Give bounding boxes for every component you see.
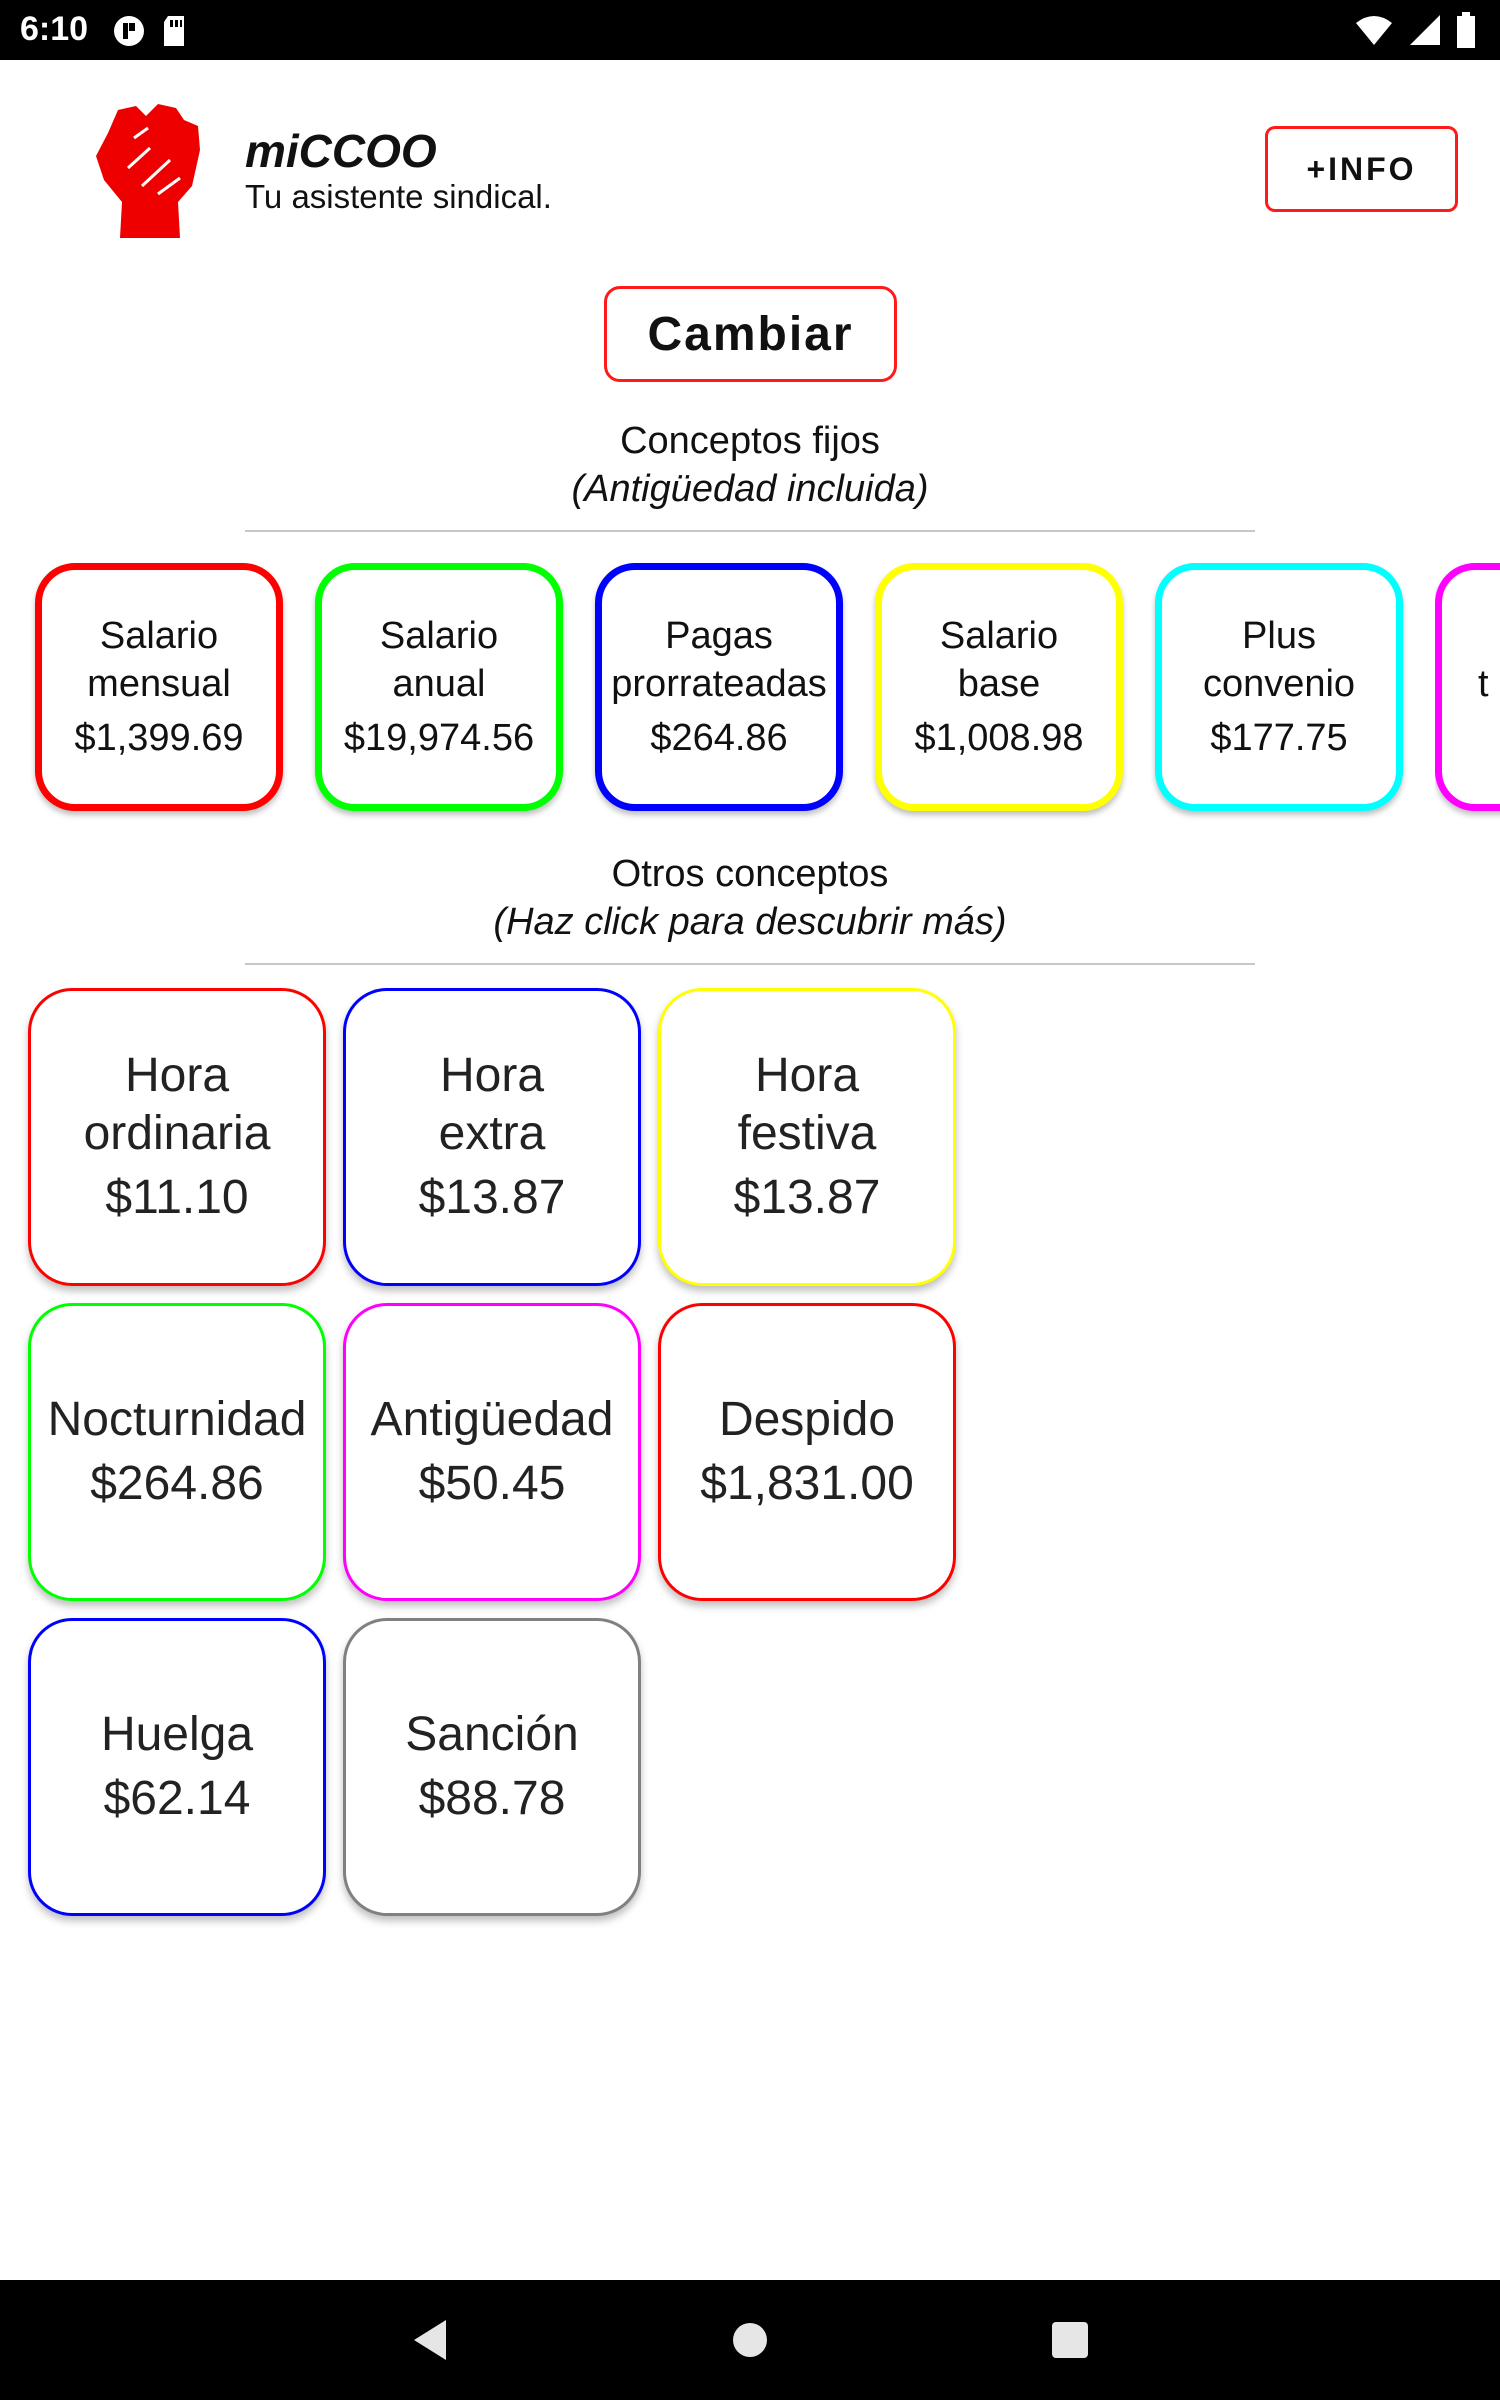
other-concepts-divider [245, 963, 1255, 965]
card-value: $50.45 [418, 1457, 566, 1510]
card-label-line1: Hora [124, 1049, 230, 1102]
card-label-line2: mensual [87, 663, 231, 705]
wifi-icon [1356, 16, 1392, 45]
fixed-card-agreement-bonus[interactable]: Plus convenio $177.75 [1155, 563, 1403, 811]
card-value: $13.87 [418, 1171, 566, 1224]
card-value: $264.86 [90, 1457, 264, 1510]
nav-home-button[interactable] [690, 2280, 810, 2400]
card-label-line1: Despido [718, 1393, 896, 1446]
concept-card-holiday-hour[interactable]: Hora festiva $13.87 [658, 988, 956, 1286]
sd-card-icon [164, 16, 184, 46]
card-label-line2: base [957, 663, 1041, 705]
concept-card-dismissal[interactable]: Despido $1,831.00 [658, 1303, 956, 1601]
card-value: $1,831.00 [700, 1457, 914, 1510]
status-right-icons [1354, 12, 1476, 48]
card-label-line2: festiva [737, 1107, 877, 1160]
raised-fist-logo-icon [96, 104, 200, 238]
card-label-line2: convenio [1202, 663, 1356, 705]
change-button[interactable]: Cambiar [604, 286, 897, 382]
card-value: $19,974.56 [343, 717, 535, 759]
signal-icon [1410, 15, 1440, 45]
card-label-line2: t [1478, 663, 1489, 705]
status-time: 6:10 [20, 10, 89, 48]
app-title: miCCOO [245, 125, 437, 177]
other-concepts-title: Otros conceptos [611, 853, 889, 895]
card-label-line1: Salario [939, 615, 1059, 657]
fixed-card-prorated-pay[interactable]: Pagas prorrateadas $264.86 [595, 563, 843, 811]
app-header: miCCOO Tu asistente sindical. +INFO [0, 60, 1500, 260]
more-info-button[interactable]: +INFO [1265, 126, 1458, 212]
card-value: $177.75 [1210, 717, 1348, 759]
battery-icon [1457, 12, 1475, 48]
app-subtitle: Tu asistente sindical. [245, 178, 552, 215]
fixed-card-monthly-salary[interactable]: Salario mensual $1,399.69 [35, 563, 283, 811]
card-label-line2: extra [438, 1107, 546, 1160]
card-label-line1: Plus [1242, 615, 1316, 657]
fixed-card-partial-clip: t [1435, 555, 1500, 820]
card-value: $11.10 [105, 1171, 249, 1224]
card-value: $13.87 [733, 1171, 881, 1224]
nav-back-button[interactable] [370, 2280, 490, 2400]
card-value: $1,399.69 [74, 717, 244, 759]
other-concepts-subtitle: (Haz click para descubrir más) [493, 901, 1007, 943]
card-label-line1: Pagas [665, 615, 773, 657]
card-label-line1: Huelga [100, 1708, 254, 1761]
fixed-card-base-salary[interactable]: Salario base $1,008.98 [875, 563, 1123, 811]
card-label-line1: Sanción [405, 1708, 579, 1761]
card-label-line2: ordinaria [83, 1107, 271, 1160]
card-value: $62.14 [103, 1772, 251, 1825]
card-value: $88.78 [418, 1772, 566, 1825]
concept-card-night-shift[interactable]: Nocturnidad $264.86 [28, 1303, 326, 1601]
card-label-line1: Hora [754, 1049, 860, 1102]
recents-icon [1052, 2322, 1088, 2358]
fixed-card-annual-salary[interactable]: Salario anual $19,974.56 [315, 563, 563, 811]
notification-icon [114, 16, 144, 46]
card-value: $264.86 [650, 717, 788, 759]
card-label-line1: Hora [439, 1049, 545, 1102]
card-label-line2: prorrateadas [611, 663, 827, 705]
home-icon [733, 2323, 767, 2357]
card-label-line1: Antigüedad [370, 1393, 614, 1446]
card-label-line1: Salario [99, 615, 219, 657]
back-icon [414, 2320, 446, 2360]
concept-card-strike[interactable]: Huelga $62.14 [28, 1618, 326, 1916]
card-value: $1,008.98 [914, 717, 1084, 759]
card-label-line1: Salario [379, 615, 499, 657]
nav-recents-button[interactable] [1010, 2280, 1130, 2400]
concept-card-sanction[interactable]: Sanción $88.78 [343, 1618, 641, 1916]
status-left-icons [112, 14, 188, 48]
concept-card-extra-hour[interactable]: Hora extra $13.87 [343, 988, 641, 1286]
fixed-concepts-divider [245, 530, 1255, 532]
card-label-line2: anual [392, 663, 486, 705]
fixed-card-partial[interactable]: t [1435, 563, 1500, 811]
concept-card-seniority[interactable]: Antigüedad $50.45 [343, 1303, 641, 1601]
system-navigation-bar [0, 2280, 1500, 2400]
concept-card-ordinary-hour[interactable]: Hora ordinaria $11.10 [28, 988, 326, 1286]
status-bar: 6:10 [0, 0, 1500, 60]
card-label-line1: Nocturnidad [47, 1393, 307, 1446]
fixed-concepts-title: Conceptos fijos [620, 420, 880, 462]
fixed-concepts-subtitle: (Antigüedad incluida) [571, 468, 929, 510]
